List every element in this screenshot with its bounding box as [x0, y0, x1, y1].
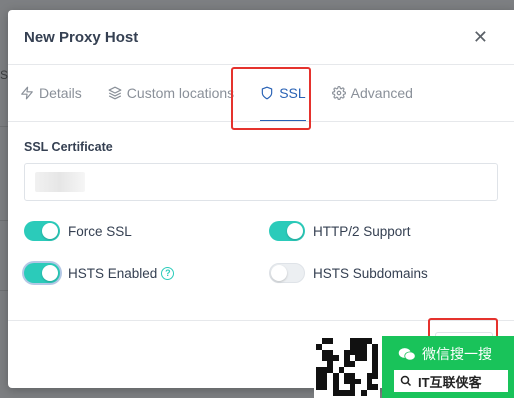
tab-label: Details [39, 85, 82, 101]
close-button[interactable]: ✕ [473, 28, 498, 46]
force-ssl-label: Force SSL [68, 223, 132, 239]
wechat-search-watermark: 微信搜一搜 IT互联侠客 [382, 336, 514, 398]
ssl-options: Force SSL HTTP/2 Support HSTS Enabled ? … [24, 221, 498, 283]
force-ssl-option: Force SSL [24, 221, 269, 241]
toggle-knob [271, 265, 287, 281]
force-ssl-toggle[interactable] [24, 221, 60, 241]
proxy-host-dialog: New Proxy Host ✕ Details Custom location… [8, 10, 514, 388]
wechat-icon [398, 347, 416, 360]
layers-icon [108, 86, 122, 100]
tab-label: Advanced [350, 85, 413, 101]
search-icon [400, 375, 412, 387]
dialog-title: New Proxy Host [24, 28, 139, 46]
toggle-knob [42, 265, 58, 281]
ssl-certificate-select[interactable] [24, 163, 498, 201]
help-icon[interactable]: ? [161, 266, 175, 280]
hsts-subdomains-label: HSTS Subdomains [313, 265, 428, 281]
bolt-icon [21, 86, 33, 100]
http2-support-toggle[interactable] [269, 221, 305, 241]
tab-advanced[interactable]: Advanced [331, 65, 413, 121]
qr-cell [372, 390, 378, 396]
gear-icon [331, 86, 346, 100]
ssl-panel: SSL Certificate Force SSL HTTP/2 Support… [8, 122, 514, 283]
hsts-enabled-label: HSTS Enabled [68, 265, 158, 281]
wechat-search-text: IT互联侠客 [418, 374, 482, 390]
wechat-search-box: IT互联侠客 [394, 370, 508, 392]
dialog-header: New Proxy Host ✕ [8, 10, 514, 65]
wechat-title: 微信搜一搜 [422, 346, 492, 362]
tab-custom-locations[interactable]: Custom locations [108, 65, 234, 121]
tab-label: Custom locations [126, 85, 235, 101]
hsts-subdomains-option: HSTS Subdomains [269, 263, 499, 283]
toggle-knob [42, 223, 58, 239]
hsts-subdomains-toggle[interactable] [269, 263, 305, 283]
hsts-enabled-option: HSTS Enabled ? [24, 263, 269, 283]
hsts-enabled-toggle[interactable] [24, 263, 60, 283]
tab-details[interactable]: Details [20, 65, 82, 121]
ssl-certificate-label: SSL Certificate [24, 140, 113, 154]
qr-code-image [314, 336, 380, 398]
http2-support-label: HTTP/2 Support [313, 223, 411, 239]
redacted-value [35, 172, 85, 192]
http2-support-option: HTTP/2 Support [269, 221, 499, 241]
ssl-tab-highlight [231, 67, 311, 130]
wechat-title-row: 微信搜一搜 [382, 336, 514, 364]
toggle-knob [287, 223, 303, 239]
